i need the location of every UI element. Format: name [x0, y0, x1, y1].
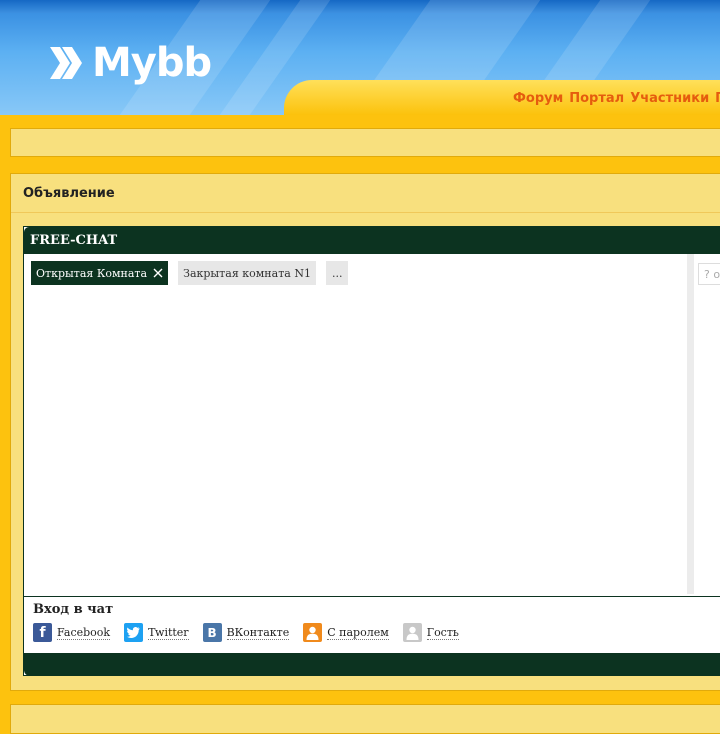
- login-vk-button[interactable]: В ВКонтакте: [202, 623, 290, 642]
- chat-header: FREE-CHAT: [24, 227, 720, 254]
- tab-more[interactable]: ...: [325, 261, 349, 285]
- tab-label: Открытая Комната: [36, 266, 148, 280]
- login-facebook-button[interactable]: f Facebook: [33, 623, 111, 642]
- vk-icon: В: [202, 623, 222, 642]
- tab-label: ...: [331, 266, 343, 280]
- login-password-button[interactable]: С паролем: [303, 623, 389, 642]
- login-option-label: ВКонтакте: [226, 625, 290, 640]
- tab-open-room[interactable]: Открытая Комната: [31, 261, 169, 285]
- mybb-logo[interactable]: Mybb: [48, 38, 212, 88]
- tab-label: Закрытая комната N1: [183, 266, 311, 280]
- chat-room-tabs: Открытая Комната Закрытая комната N1 ...: [31, 261, 349, 285]
- chat-scrollbar[interactable]: [687, 254, 694, 594]
- chat-footer: [24, 653, 720, 676]
- login-option-label: Гость: [426, 625, 459, 640]
- login-option-label: Facebook: [57, 625, 111, 640]
- user-password-icon: [303, 623, 323, 642]
- chevrons-logo-icon: [50, 47, 82, 79]
- login-options: f Facebook Twitter В ВКонтакте С паролем…: [33, 623, 459, 642]
- info-bar: [10, 128, 720, 157]
- divider: [11, 212, 720, 213]
- chat-search-input[interactable]: ? о: [698, 263, 720, 285]
- login-option-label: С паролем: [327, 625, 389, 640]
- login-title: Вход в чат: [33, 602, 114, 617]
- nav-link-members[interactable]: Участники: [630, 91, 709, 106]
- nav-link-portal[interactable]: Портал: [569, 91, 624, 106]
- chat-title: FREE-CHAT: [30, 233, 118, 248]
- logo-text: Mybb: [92, 40, 212, 86]
- stats-panel: [10, 704, 720, 734]
- twitter-icon: [124, 623, 144, 642]
- main-navigation: Форум Портал Участники П: [513, 91, 720, 106]
- guest-icon: [402, 623, 422, 642]
- close-icon[interactable]: [153, 268, 163, 278]
- nav-link-more[interactable]: П: [715, 91, 720, 106]
- chat-widget: FREE-CHAT Открытая Комната Закрытая комн…: [23, 226, 720, 676]
- nav-link-forum[interactable]: Форум: [513, 91, 563, 106]
- login-option-label: Twitter: [148, 625, 189, 640]
- facebook-icon: f: [33, 623, 52, 642]
- tab-closed-room-n1[interactable]: Закрытая комната N1: [178, 261, 316, 285]
- login-twitter-button[interactable]: Twitter: [124, 623, 189, 642]
- divider: [24, 596, 720, 597]
- login-guest-button[interactable]: Гость: [402, 623, 459, 642]
- announcement-title: Объявление: [23, 186, 115, 201]
